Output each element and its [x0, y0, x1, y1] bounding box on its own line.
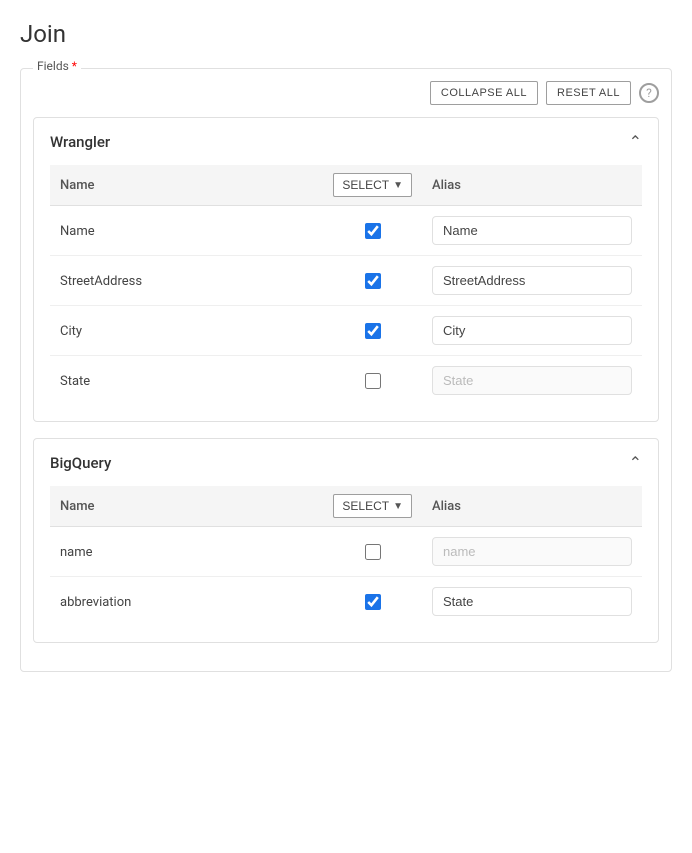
col-alias-header: Alias	[422, 165, 642, 206]
fields-section: Fields * COLLAPSE ALL RESET ALL ? Wrangl…	[20, 68, 672, 672]
fields-label: Fields *	[33, 59, 81, 73]
select-dropdown-bigquery[interactable]: SELECT ▼	[333, 494, 412, 518]
field-table-wrangler: Name SELECT ▼ Alias Name StreetAddress Cit…	[50, 165, 642, 405]
alias-input-wrangler-1[interactable]	[432, 266, 632, 295]
alias-input-wrangler-2[interactable]	[432, 316, 632, 345]
table-row: Name	[50, 206, 642, 256]
panel-title-bigquery: BigQuery	[50, 454, 111, 472]
checkbox-bigquery-1[interactable]	[365, 594, 381, 610]
chevron-up-icon: ⌃	[629, 132, 642, 151]
dropdown-arrow-icon: ▼	[393, 180, 403, 191]
checkbox-wrangler-3[interactable]	[365, 373, 381, 389]
field-name-wrangler-3: State	[60, 374, 90, 389]
toolbar: COLLAPSE ALL RESET ALL ?	[33, 81, 659, 105]
table-row: name	[50, 527, 642, 577]
alias-input-wrangler-0[interactable]	[432, 216, 632, 245]
checkbox-bigquery-0[interactable]	[365, 544, 381, 560]
field-table-bigquery: Name SELECT ▼ Alias name abbreviation	[50, 486, 642, 626]
col-select-header: SELECT ▼	[323, 165, 422, 206]
panel-body-bigquery: Name SELECT ▼ Alias name abbreviation	[34, 486, 658, 642]
field-name-bigquery-0: name	[60, 545, 93, 560]
checkbox-wrangler-2[interactable]	[365, 323, 381, 339]
panel-wrangler: Wrangler ⌃ Name SELECT ▼ Alias Name Stree…	[33, 117, 659, 422]
dropdown-arrow-icon: ▼	[393, 501, 403, 512]
panel-header-bigquery[interactable]: BigQuery ⌃	[34, 439, 658, 486]
collapse-all-button[interactable]: COLLAPSE ALL	[430, 81, 538, 105]
panel-bigquery: BigQuery ⌃ Name SELECT ▼ Alias name abbre…	[33, 438, 659, 643]
field-name-bigquery-1: abbreviation	[60, 595, 131, 610]
field-name-wrangler-1: StreetAddress	[60, 274, 142, 289]
checkbox-wrangler-0[interactable]	[365, 223, 381, 239]
field-name-wrangler-0: Name	[60, 224, 95, 239]
table-row: State	[50, 356, 642, 406]
table-row: StreetAddress	[50, 256, 642, 306]
field-name-wrangler-2: City	[60, 324, 82, 339]
col-select-header: SELECT ▼	[323, 486, 422, 527]
alias-input-bigquery-1[interactable]	[432, 587, 632, 616]
fields-required: *	[72, 59, 77, 73]
chevron-up-icon: ⌃	[629, 453, 642, 472]
panel-body-wrangler: Name SELECT ▼ Alias Name StreetAddress Cit…	[34, 165, 658, 421]
table-row: abbreviation	[50, 577, 642, 627]
col-name-header: Name	[50, 165, 323, 206]
panel-title-wrangler: Wrangler	[50, 133, 110, 151]
help-icon[interactable]: ?	[639, 83, 659, 103]
panels-container: Wrangler ⌃ Name SELECT ▼ Alias Name Stree…	[33, 117, 659, 643]
table-row: City	[50, 306, 642, 356]
col-alias-header: Alias	[422, 486, 642, 527]
reset-all-button[interactable]: RESET ALL	[546, 81, 631, 105]
select-dropdown-wrangler[interactable]: SELECT ▼	[333, 173, 412, 197]
alias-input-wrangler-3	[432, 366, 632, 395]
panel-header-wrangler[interactable]: Wrangler ⌃	[34, 118, 658, 165]
page-title: Join	[20, 20, 672, 48]
alias-input-bigquery-0	[432, 537, 632, 566]
checkbox-wrangler-1[interactable]	[365, 273, 381, 289]
col-name-header: Name	[50, 486, 323, 527]
